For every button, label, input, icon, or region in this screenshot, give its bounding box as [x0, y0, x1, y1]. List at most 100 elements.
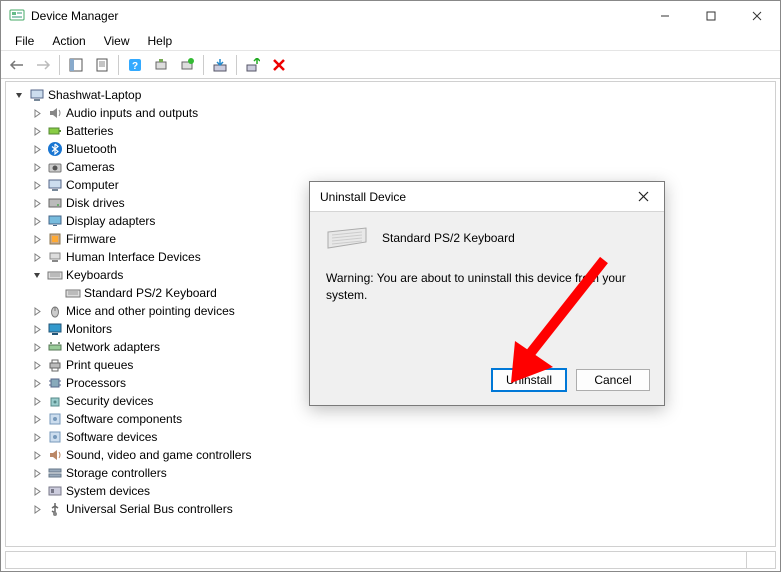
tree-node-system[interactable]: System devices — [12, 482, 775, 500]
show-hidden-icon[interactable] — [64, 53, 88, 77]
computer-icon — [47, 177, 63, 193]
twisty-icon[interactable] — [30, 430, 44, 444]
twisty-icon[interactable] — [30, 466, 44, 480]
tree-node-label: Keyboards — [66, 268, 123, 282]
uninstall-device-dialog: Uninstall Device Standard PS/2 Keyboard … — [309, 181, 665, 406]
menu-file[interactable]: File — [7, 32, 42, 50]
disk-icon — [47, 195, 63, 211]
twisty-icon[interactable] — [30, 340, 44, 354]
twisty-icon[interactable] — [30, 394, 44, 408]
tree-node-software[interactable]: Software components — [12, 410, 775, 428]
statusbar — [5, 551, 776, 569]
twisty-icon[interactable] — [30, 196, 44, 210]
twisty-spacer — [48, 286, 62, 300]
twisty-icon[interactable] — [30, 124, 44, 138]
twisty-icon[interactable] — [30, 268, 44, 282]
toolbar: ? — [1, 51, 780, 79]
battery-icon — [47, 123, 63, 139]
tree-node-label: Computer — [66, 178, 119, 192]
dialog-close-button[interactable] — [628, 183, 658, 211]
twisty-icon[interactable] — [12, 88, 26, 102]
close-button[interactable] — [734, 1, 780, 31]
forward-icon[interactable] — [31, 53, 55, 77]
scan-hardware-icon[interactable] — [149, 53, 173, 77]
tree-root[interactable]: Shashwat-Laptop — [12, 86, 775, 104]
menu-action[interactable]: Action — [44, 32, 93, 50]
twisty-icon[interactable] — [30, 214, 44, 228]
tree-node-software[interactable]: Software devices — [12, 428, 775, 446]
usb-icon — [47, 501, 63, 517]
dialog-warning-text: Warning: You are about to uninstall this… — [326, 270, 648, 304]
twisty-icon[interactable] — [30, 178, 44, 192]
tree-node-label: Storage controllers — [66, 466, 167, 480]
enable-icon[interactable] — [175, 53, 199, 77]
tree-node-label: Disk drives — [66, 196, 125, 210]
software-icon — [47, 411, 63, 427]
uninstall-icon[interactable] — [241, 53, 265, 77]
twisty-icon[interactable] — [30, 106, 44, 120]
toolbar-separator — [118, 55, 119, 75]
tree-node-label: Cameras — [66, 160, 115, 174]
tree-node-sound[interactable]: Sound, video and game controllers — [12, 446, 775, 464]
tree-node-label: Security devices — [66, 394, 153, 408]
tree-node-bluetooth[interactable]: Bluetooth — [12, 140, 775, 158]
menu-help[interactable]: Help — [140, 32, 181, 50]
tree-node-label: Sound, video and game controllers — [66, 448, 251, 462]
twisty-icon[interactable] — [30, 448, 44, 462]
sound-icon — [47, 447, 63, 463]
tree-root-label: Shashwat-Laptop — [48, 88, 141, 102]
menu-view[interactable]: View — [96, 32, 138, 50]
audio-icon — [47, 105, 63, 121]
tree-node-label: System devices — [66, 484, 150, 498]
maximize-button[interactable] — [688, 1, 734, 31]
twisty-icon[interactable] — [30, 232, 44, 246]
twisty-icon[interactable] — [30, 358, 44, 372]
tree-node-label: Software devices — [66, 430, 157, 444]
tree-node-label: Bluetooth — [66, 142, 117, 156]
tree-node-label: Print queues — [66, 358, 133, 372]
tree-node-label: Monitors — [66, 322, 112, 336]
tree-node-storage[interactable]: Storage controllers — [12, 464, 775, 482]
update-driver-icon[interactable] — [208, 53, 232, 77]
tree-node-label: Software components — [66, 412, 182, 426]
tree-node-label: Universal Serial Bus controllers — [66, 502, 233, 516]
twisty-icon[interactable] — [30, 322, 44, 336]
twisty-icon[interactable] — [30, 412, 44, 426]
uninstall-button[interactable]: Uninstall — [492, 369, 566, 391]
computer-icon — [29, 87, 45, 103]
tree-node-battery[interactable]: Batteries — [12, 122, 775, 140]
tree-node-label: Mice and other pointing devices — [66, 304, 235, 318]
minimize-button[interactable] — [642, 1, 688, 31]
twisty-icon[interactable] — [30, 142, 44, 156]
window-title: Device Manager — [31, 9, 118, 23]
display-icon — [47, 213, 63, 229]
tree-node-audio[interactable]: Audio inputs and outputs — [12, 104, 775, 122]
app-icon — [9, 8, 25, 24]
tree-leaf-label: Standard PS/2 Keyboard — [84, 286, 217, 300]
toolbar-separator — [236, 55, 237, 75]
tree-node-label: Human Interface Devices — [66, 250, 201, 264]
hid-icon — [47, 249, 63, 265]
delete-icon[interactable] — [267, 53, 291, 77]
tree-node-camera[interactable]: Cameras — [12, 158, 775, 176]
twisty-icon[interactable] — [30, 484, 44, 498]
twisty-icon[interactable] — [30, 376, 44, 390]
system-icon — [47, 483, 63, 499]
monitor-icon — [47, 321, 63, 337]
tree-node-label: Display adapters — [66, 214, 155, 228]
help-icon[interactable]: ? — [123, 53, 147, 77]
twisty-icon[interactable] — [30, 160, 44, 174]
twisty-icon[interactable] — [30, 250, 44, 264]
keyboard-icon — [65, 285, 81, 301]
tree-node-usb[interactable]: Universal Serial Bus controllers — [12, 500, 775, 518]
tree-node-label: Network adapters — [66, 340, 160, 354]
toolbar-separator — [59, 55, 60, 75]
storage-icon — [47, 465, 63, 481]
window-titlebar: Device Manager — [1, 1, 780, 31]
twisty-icon[interactable] — [30, 502, 44, 516]
twisty-icon[interactable] — [30, 304, 44, 318]
cancel-button[interactable]: Cancel — [576, 369, 650, 391]
back-icon[interactable] — [5, 53, 29, 77]
properties-icon[interactable] — [90, 53, 114, 77]
keyboard-icon — [326, 226, 368, 250]
